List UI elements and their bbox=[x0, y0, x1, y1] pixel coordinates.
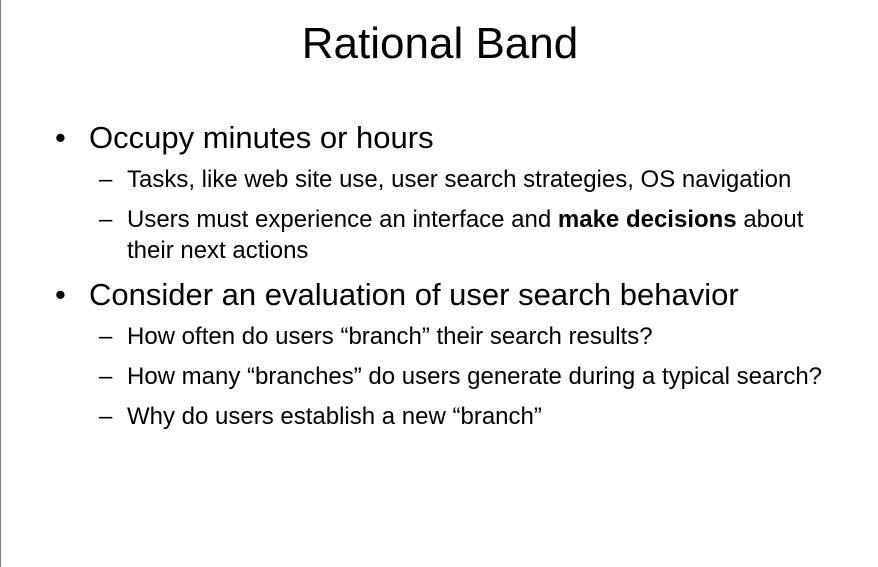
slide-title: Rational Band bbox=[301, 19, 579, 68]
bullet-text: Consider an evaluation of user search be… bbox=[89, 277, 739, 312]
bullet-item: • Occupy minutes or hours bbox=[53, 118, 853, 158]
dash-icon: – bbox=[99, 206, 113, 233]
dash-icon: – bbox=[99, 403, 113, 430]
dash-icon: – bbox=[99, 363, 113, 390]
sub-bullet-item: – Tasks, like web site use, user search … bbox=[53, 164, 853, 195]
sub-bullet-list: – Tasks, like web site use, user search … bbox=[53, 164, 853, 266]
sub-bullet-text-before: Users must experience an interface and bbox=[127, 206, 558, 233]
slide: Rational Band • Occupy minutes or hours … bbox=[0, 0, 878, 567]
bullet-icon: • bbox=[55, 120, 66, 155]
sub-bullet-text: How many “branches” do users generate du… bbox=[127, 363, 823, 390]
sub-bullet-item: – Users must experience an interface and… bbox=[53, 204, 853, 266]
dash-icon: – bbox=[99, 166, 113, 193]
sub-bullet-item: – How many “branches” do users generate … bbox=[53, 361, 853, 392]
sub-bullet-list: – How often do users “branch” their sear… bbox=[53, 321, 853, 432]
bullet-text: Occupy minutes or hours bbox=[89, 120, 434, 155]
bullet-icon: • bbox=[55, 277, 66, 312]
sub-bullet-text: Tasks, like web site use, user search st… bbox=[127, 166, 792, 193]
sub-bullet-text: Why do users establish a new “branch” bbox=[127, 403, 542, 430]
slide-body: • Occupy minutes or hours – Tasks, like … bbox=[53, 118, 853, 441]
sub-bullet-item: – How often do users “branch” their sear… bbox=[53, 321, 853, 352]
dash-icon: – bbox=[99, 323, 113, 350]
sub-bullet-text-bold: make decisions bbox=[557, 206, 737, 233]
bullet-item: • Consider an evaluation of user search … bbox=[53, 275, 853, 315]
sub-bullet-item: – Why do users establish a new “branch” bbox=[53, 401, 853, 432]
sub-bullet-text: How often do users “branch” their search… bbox=[127, 323, 653, 350]
